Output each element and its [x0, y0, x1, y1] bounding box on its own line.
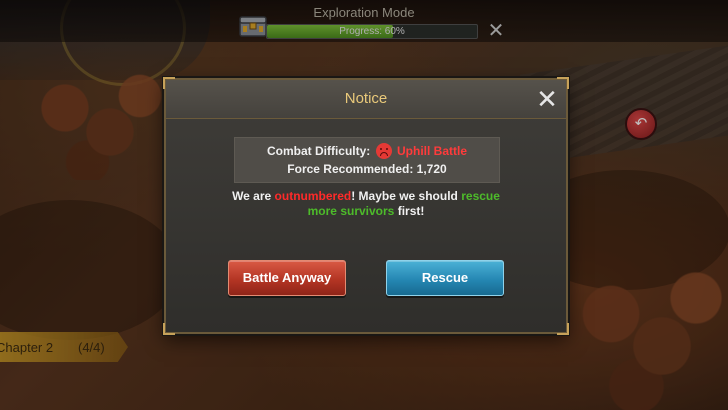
- dialog-header: Notice ✕: [166, 80, 566, 119]
- rescue-button[interactable]: Rescue: [386, 260, 504, 296]
- combat-info-box: Combat Difficulty: Uphill Battle Force R…: [234, 137, 500, 183]
- difficulty-value: Uphill Battle: [397, 144, 468, 158]
- message-text: ! Maybe we should: [351, 189, 462, 203]
- difficulty-label: Combat Difficulty:: [266, 144, 371, 158]
- message-text: We are: [232, 189, 275, 203]
- message-text: first!: [394, 204, 425, 218]
- force-value: 1,720: [416, 162, 447, 176]
- force-label: Force Recommended:: [287, 162, 414, 176]
- difficulty-row: Combat Difficulty: Uphill Battle: [235, 143, 499, 159]
- notice-dialog: Notice ✕ Combat Difficulty: Uphill Battl…: [163, 77, 569, 335]
- close-icon[interactable]: ✕: [534, 86, 560, 112]
- warning-message: We are outnumbered! Maybe we should resc…: [216, 189, 516, 219]
- game-scene: Exploration Mode Progress: 60% ✕ ↶ Chapt…: [0, 0, 728, 410]
- battle-anyway-button[interactable]: Battle Anyway: [228, 260, 346, 296]
- dialog-title: Notice: [344, 90, 388, 107]
- frame-corner: [163, 323, 175, 335]
- message-highlight-red: outnumbered: [274, 189, 352, 203]
- sad-face-icon: [375, 143, 392, 159]
- frame-corner: [557, 323, 569, 335]
- force-row: Force Recommended: 1,720: [235, 162, 499, 176]
